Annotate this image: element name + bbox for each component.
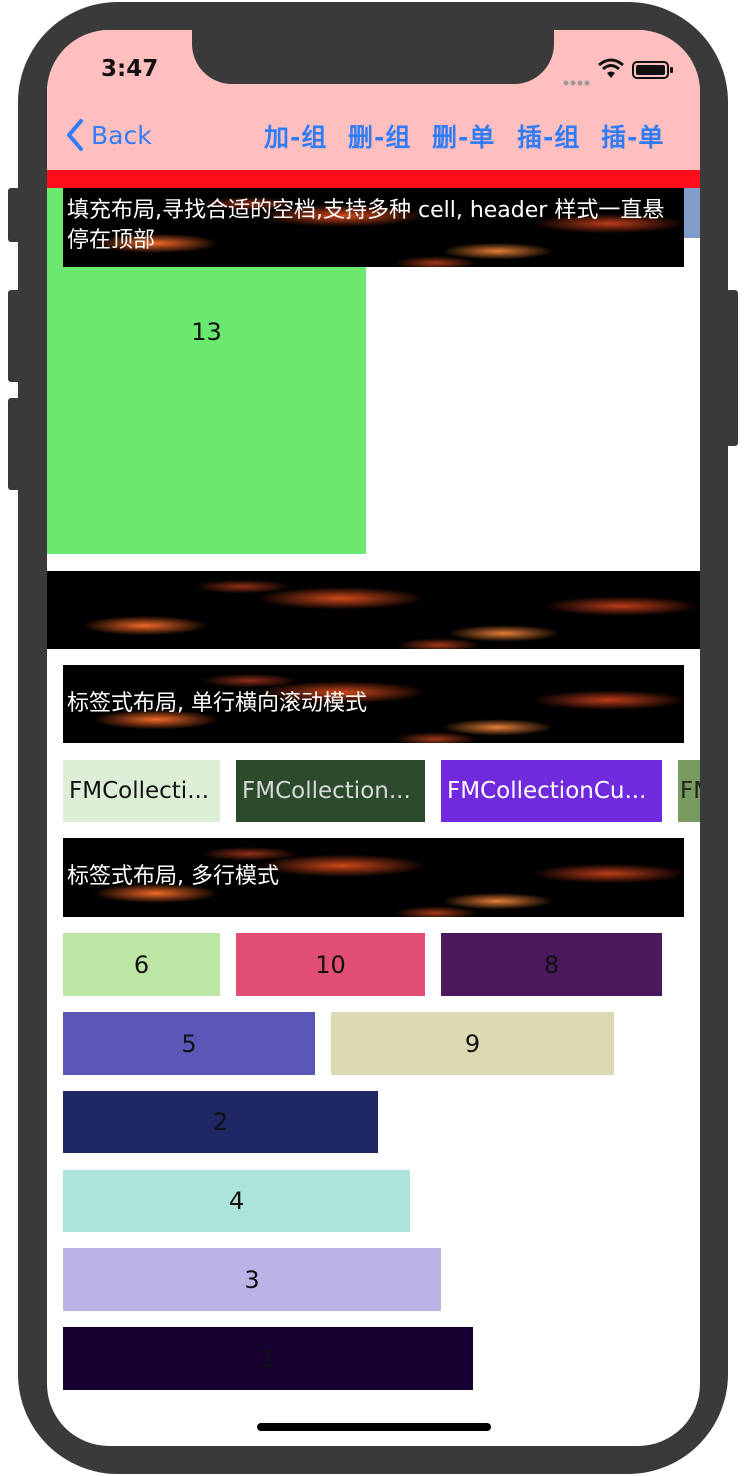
device-volume-down (8, 398, 20, 490)
section-header-multi-row: 标签式布局, 多行模式 (63, 838, 684, 917)
signal-icon (563, 72, 593, 86)
device-power-button (726, 290, 738, 446)
number-cell[interactable]: 2 (63, 1091, 378, 1153)
screen: 3:47 Back 加-组 删-组 删-单 插-组 插-单 13 填充布局,寻找… (47, 30, 700, 1446)
number-cell[interactable]: 5 (63, 1012, 315, 1075)
number-cell[interactable]: 10 (236, 933, 425, 996)
status-time: 3:47 (101, 56, 159, 82)
tag-item[interactable]: FM (678, 760, 700, 822)
section-header-fill-layout-text: 填充布局,寻找合适的空档,支持多种 cell, header 样式一直悬停在顶部 (67, 198, 665, 253)
wifi-icon (598, 58, 624, 80)
number-cell[interactable]: 3 (63, 1248, 441, 1311)
number-cell[interactable]: 6 (63, 933, 220, 996)
chevron-left-icon (67, 119, 83, 151)
back-label: Back (91, 120, 152, 150)
device-volume-up (8, 290, 20, 382)
tag-item[interactable]: FMCollectionCu... (441, 760, 662, 822)
device-silent-switch (8, 188, 20, 242)
insert-item-button[interactable]: 插-单 (601, 118, 664, 154)
home-indicator[interactable] (257, 1423, 491, 1431)
number-cell[interactable]: 8 (441, 933, 662, 996)
tag-item[interactable]: FMCollecti... (63, 760, 220, 822)
tag-item[interactable]: FMCollection... (236, 760, 425, 822)
section-header-multi-row-text: 标签式布局, 多行模式 (67, 864, 279, 889)
notch (192, 30, 554, 84)
delete-group-button[interactable]: 删-组 (348, 118, 411, 154)
section-header-fill-layout: 填充布局,寻找合适的空档,支持多种 cell, header 样式一直悬停在顶部 (63, 188, 684, 267)
section-header-single-row: 标签式布局, 单行横向滚动模式 (63, 665, 684, 743)
battery-icon (632, 60, 674, 80)
add-group-button[interactable]: 加-组 (264, 118, 327, 154)
red-divider (47, 170, 700, 188)
blue-accent-block (684, 188, 700, 238)
back-button[interactable]: Back (65, 118, 152, 152)
insert-group-button[interactable]: 插-组 (517, 118, 580, 154)
cloud-banner (47, 571, 700, 649)
section-header-single-row-text: 标签式布局, 单行横向滚动模式 (67, 691, 367, 716)
cell-13-label: 13 (191, 318, 222, 346)
number-cell[interactable]: 1 (63, 1327, 473, 1390)
number-cell[interactable]: 4 (63, 1170, 410, 1232)
delete-item-button[interactable]: 删-单 (432, 118, 495, 154)
number-cell[interactable]: 9 (331, 1012, 614, 1075)
